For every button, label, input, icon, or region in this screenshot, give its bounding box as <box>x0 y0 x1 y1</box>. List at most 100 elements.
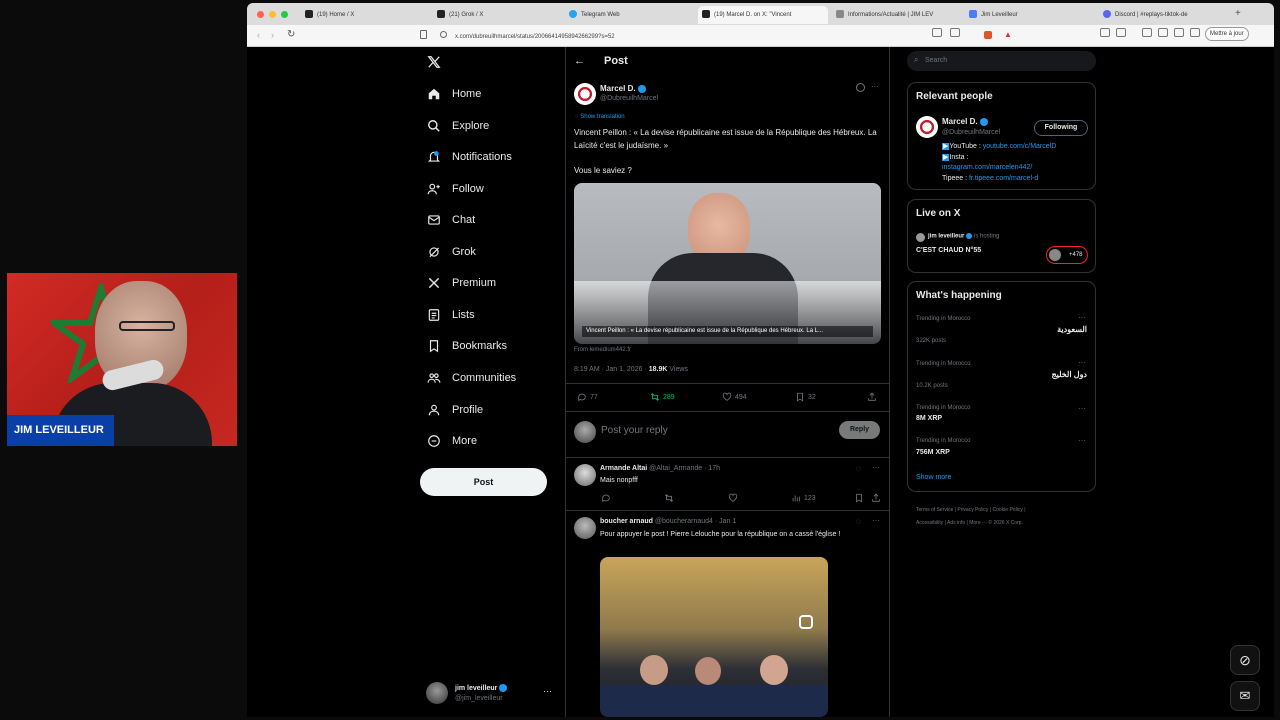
reply-button[interactable]: Reply <box>839 421 880 439</box>
sidebar-item-more[interactable]: More <box>427 428 477 454</box>
bell-icon <box>427 151 441 162</box>
following-button[interactable]: Following <box>1034 120 1088 136</box>
trend-name[interactable]: دول الخليج <box>1051 370 1087 379</box>
post-video[interactable]: Vincent Peillon : « La devise républicai… <box>574 183 881 344</box>
person-name[interactable]: Marcel D. <box>942 117 988 126</box>
person-avatar[interactable] <box>916 116 938 138</box>
like-action[interactable]: 494 <box>722 392 747 402</box>
forward-icon[interactable]: › <box>271 30 274 40</box>
translate-icon[interactable] <box>950 28 960 37</box>
trend-name[interactable]: 756M XRP <box>916 449 950 456</box>
author-handle[interactable]: @DubreuilhMarcel <box>600 95 658 102</box>
leo-icon[interactable] <box>1174 28 1184 37</box>
bio-insta-link[interactable]: instagram.com/marcelen442/ <box>942 164 1032 171</box>
x-logo-icon[interactable] <box>427 55 441 74</box>
browser-tab[interactable]: Discord | #replays-tiktok-de <box>1099 6 1224 24</box>
back-icon[interactable]: ‹ <box>257 30 260 40</box>
trend-name[interactable]: 8M XRP <box>916 415 942 422</box>
wallet-icon[interactable] <box>1158 28 1168 37</box>
screenshot-icon[interactable] <box>1116 28 1126 37</box>
views-action[interactable]: 123 <box>791 493 816 503</box>
sidebar-item-communities[interactable]: Communities <box>427 365 516 391</box>
grok-explain-icon[interactable]: ◌ <box>856 464 861 473</box>
browser-tab[interactable]: Jim Leveilleur <box>965 6 1090 24</box>
reload-icon[interactable]: ↻ <box>287 29 295 40</box>
sidebar-item-premium[interactable]: Premium <box>427 270 496 296</box>
site-info-icon[interactable] <box>440 31 447 38</box>
bookmark-icon <box>429 340 439 353</box>
show-more-link[interactable]: Show more <box>916 474 951 481</box>
maximize-window-button[interactable] <box>281 11 288 18</box>
listeners-count[interactable]: +478 <box>1046 246 1088 264</box>
reply-video[interactable] <box>600 557 828 717</box>
panel-table <box>600 685 828 717</box>
account-avatar[interactable] <box>426 682 448 704</box>
browser-tab[interactable]: Informations/Actualité | JIM LEV <box>832 6 957 24</box>
trend-menu-icon[interactable]: ··· <box>1078 313 1086 322</box>
show-translation-link[interactable]: ◌ Show translation <box>575 114 625 120</box>
share-action[interactable] <box>871 493 884 503</box>
grok-float-button[interactable]: ⊘ <box>1230 645 1260 675</box>
trend-menu-icon[interactable]: ··· <box>1078 404 1086 413</box>
bookmark-action[interactable] <box>854 493 867 503</box>
grok-explain-icon[interactable] <box>856 83 865 92</box>
post-button[interactable]: Post <box>420 468 547 496</box>
reply-input[interactable]: Post your reply <box>601 425 668 436</box>
author-avatar[interactable] <box>574 83 596 105</box>
trend-name[interactable]: السعودية <box>1057 325 1087 334</box>
reply-menu-icon[interactable]: ··· <box>872 463 880 472</box>
share-icon <box>872 493 880 502</box>
bookmark-page-icon[interactable] <box>420 30 427 39</box>
close-window-button[interactable] <box>257 11 264 18</box>
trend-menu-icon[interactable]: ··· <box>1078 436 1086 445</box>
minimize-window-button[interactable] <box>269 11 276 18</box>
browser-tab[interactable]: (19) Home / X <box>301 6 426 24</box>
grok-explain-icon[interactable]: ◌ <box>856 517 861 526</box>
like-action[interactable] <box>728 493 741 503</box>
new-tab-icon[interactable]: + <box>1235 8 1241 19</box>
brave-shield-icon[interactable] <box>984 31 992 39</box>
reply-header: Armande Altai @Altai_Armande · 17h <box>600 465 721 472</box>
bio-youtube: ▶YouTube : youtube.com/c/MarcelD <box>942 143 1057 150</box>
warning-icon[interactable]: ▲ <box>1004 30 1012 39</box>
vpn-icon[interactable] <box>1190 28 1200 37</box>
sidebar-toggle-icon[interactable] <box>1142 28 1152 37</box>
repost-action[interactable]: 289 <box>650 392 675 402</box>
sidebar-item-lists[interactable]: Lists <box>427 302 475 328</box>
account-name[interactable]: jim leveilleur <box>455 684 508 692</box>
cast-icon[interactable] <box>932 28 942 37</box>
sidebar-item-bookmarks[interactable]: Bookmarks <box>427 333 507 359</box>
reply-action[interactable] <box>601 493 614 503</box>
reply-menu-icon[interactable]: ··· <box>872 516 880 525</box>
update-browser-button[interactable]: Mettre à jour <box>1205 27 1249 41</box>
extensions-icon[interactable] <box>1100 28 1110 37</box>
back-arrow-icon[interactable]: ← <box>574 55 585 67</box>
repost-action[interactable] <box>664 493 677 503</box>
host-line[interactable]: jim leveilleur is hosting <box>928 233 999 240</box>
search-input[interactable]: ⌕ Search <box>907 51 1096 71</box>
glasses <box>119 321 175 331</box>
trend-menu-icon[interactable]: ··· <box>1078 358 1086 367</box>
reply-avatar[interactable] <box>574 517 596 539</box>
post-menu-icon[interactable]: ··· <box>871 82 879 91</box>
sidebar-item-chat[interactable]: Chat <box>427 207 475 233</box>
sidebar-item-follow[interactable]: Follow <box>427 176 484 202</box>
browser-tab[interactable]: Telegram Web <box>565 6 690 24</box>
sidebar-item-profile[interactable]: Profile <box>427 397 483 423</box>
reply-action[interactable]: 77 <box>577 392 598 402</box>
share-action[interactable] <box>867 392 880 402</box>
bookmark-action[interactable]: 32 <box>795 392 816 402</box>
browser-tab[interactable]: (21) Grok / X <box>433 6 558 24</box>
space-title[interactable]: C'EST CHAUD N°55 <box>916 247 981 254</box>
url-field[interactable]: x.com/dubreuilhmarcel/status/20066414958… <box>455 34 615 40</box>
sidebar-item-explore[interactable]: Explore <box>427 113 489 139</box>
sidebar-item-notifications[interactable]: Notifications <box>427 144 512 170</box>
messages-float-button[interactable]: ✉ <box>1230 681 1260 711</box>
sidebar-item-grok[interactable]: Grok <box>427 239 476 265</box>
account-menu-icon[interactable]: ··· <box>543 686 552 696</box>
author-name[interactable]: Marcel D. <box>600 84 646 93</box>
media-source[interactable]: From lemedium442.fr <box>574 347 631 353</box>
browser-tab-active[interactable]: (19) Marcel D. on X: "Vincent <box>698 6 828 24</box>
sidebar-item-home[interactable]: Home <box>427 81 481 107</box>
reply-avatar[interactable] <box>574 464 596 486</box>
